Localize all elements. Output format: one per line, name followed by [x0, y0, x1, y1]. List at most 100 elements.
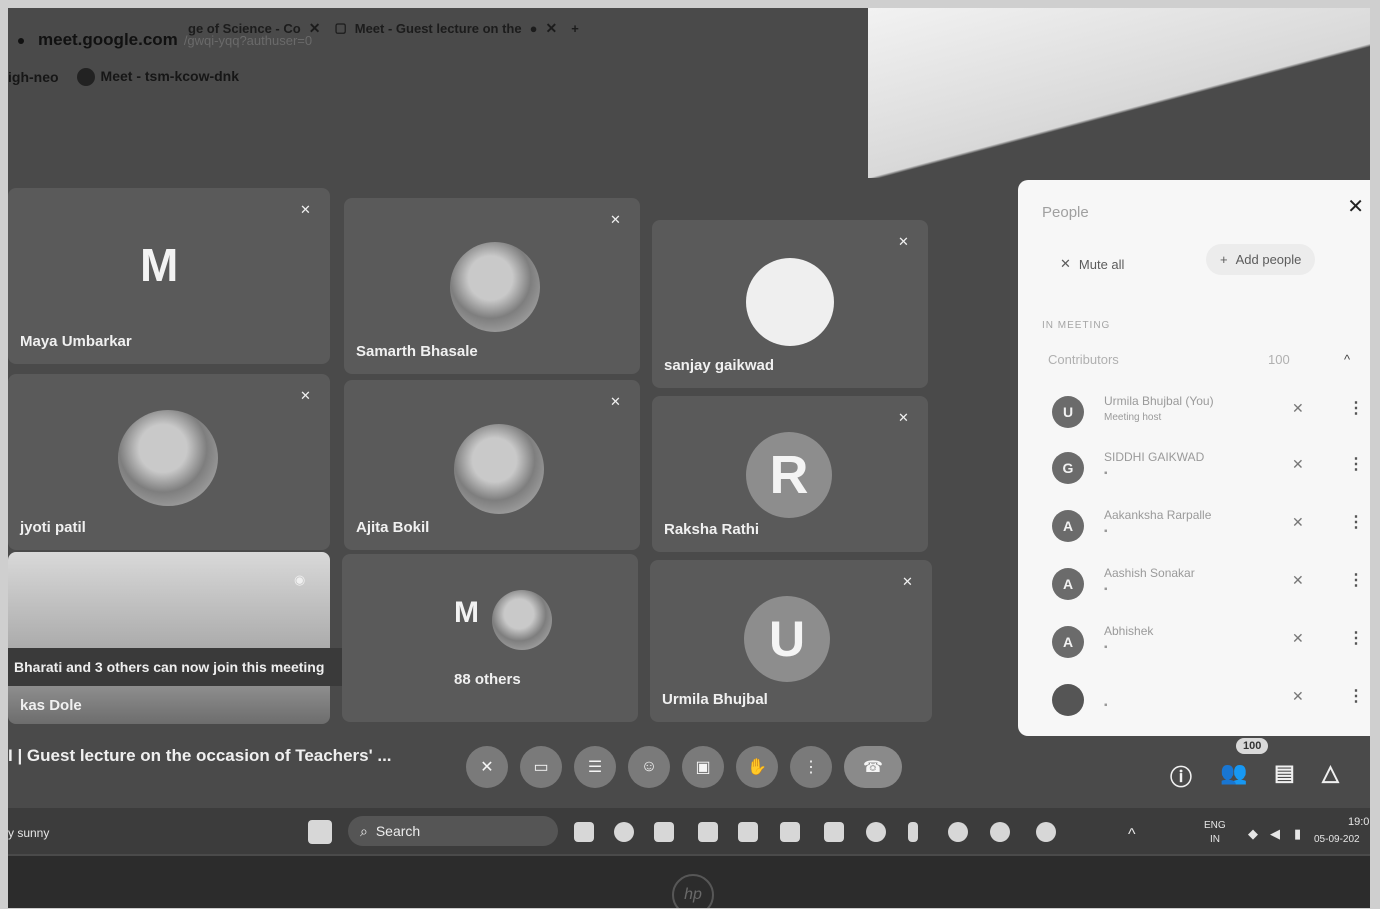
avatar: [746, 258, 834, 346]
close-icon[interactable]: ✕: [545, 20, 557, 37]
mic-off-icon: ✕: [902, 574, 913, 589]
region-indicator: IN: [1210, 834, 1220, 845]
participant-tile[interactable]: ✕ sanjay gaikwad: [652, 220, 928, 388]
mic-off-icon[interactable]: ✕: [1292, 514, 1304, 531]
app-icon[interactable]: [990, 822, 1010, 842]
more-options-button[interactable]: ⋮: [790, 746, 832, 788]
chat-icon[interactable]: ▤: [1274, 760, 1295, 786]
participant-name: Aashish Sonakar: [1104, 566, 1195, 580]
taskbar-search[interactable]: ⌕ Search: [348, 816, 558, 846]
mic-off-icon[interactable]: ✕: [1292, 572, 1304, 589]
activities-icon[interactable]: △: [1322, 760, 1339, 786]
mic-off-icon[interactable]: ✕: [1292, 688, 1304, 705]
tray-chevron-icon[interactable]: ^: [1128, 826, 1136, 844]
bookmark-item[interactable]: Meet - tsm-kcow-dnk: [76, 68, 239, 87]
participant-row[interactable]: G SIDDHI GAIKWAD ▪ ✕ ⋮: [1052, 448, 1364, 496]
participant-row[interactable]: A Aashish Sonakar ▪ ✕ ⋮: [1052, 564, 1364, 612]
mute-all-button[interactable]: ✕ Mute all: [1060, 256, 1124, 272]
amazon-icon[interactable]: [738, 822, 758, 842]
edge-icon[interactable]: [866, 822, 886, 842]
volume-icon[interactable]: ◀: [1270, 826, 1280, 842]
more-options-icon[interactable]: ⋮: [1348, 398, 1364, 418]
mic-off-icon[interactable]: ✕: [1292, 456, 1304, 473]
leave-call-button[interactable]: ☎: [844, 746, 902, 788]
audio-icon: ●: [529, 20, 538, 36]
browser-tab-active[interactable]: ▢ Meet - Guest lecture on the ● ✕: [334, 20, 557, 37]
participant-row[interactable]: ▪ ✕ ⋮: [1052, 680, 1364, 728]
participant-name: SIDDHI GAIKWAD: [1104, 450, 1205, 464]
present-button[interactable]: ▣: [682, 746, 724, 788]
address-bar[interactable]: meet.google.com/gwqi-yqq?authuser=0: [18, 30, 312, 50]
avatar-letter: M: [454, 596, 479, 629]
participant-row[interactable]: U Urmila Bhujbal (You) Meeting host ✕ ⋮: [1052, 392, 1364, 440]
participant-name: Ajita Bokil: [356, 519, 430, 536]
mic-off-icon: ✕: [610, 212, 621, 227]
mic-off-icon: ✕: [898, 234, 909, 249]
battery-icon[interactable]: ▮: [1294, 826, 1301, 842]
add-people-label: Add people: [1235, 252, 1302, 267]
avatar: [1052, 684, 1084, 716]
mic-off-icon[interactable]: ✕: [1292, 400, 1304, 417]
more-options-icon[interactable]: ⋮: [1348, 454, 1364, 474]
site-info-icon[interactable]: [18, 37, 24, 44]
mic-off-icon[interactable]: ✕: [1292, 630, 1304, 647]
store-icon[interactable]: [698, 822, 718, 842]
more-options-icon[interactable]: ⋮: [1348, 512, 1364, 532]
participant-name: Urmila Bhujbal (You): [1104, 394, 1214, 408]
raise-hand-button[interactable]: ✋: [736, 746, 778, 788]
participant-tile[interactable]: ✕ Samarth Bhasale: [344, 198, 640, 374]
captions-button[interactable]: ☰: [574, 746, 616, 788]
task-view-icon[interactable]: [574, 822, 594, 842]
participant-video-tile[interactable]: ◉ kas Dole: [8, 552, 330, 724]
info-icon[interactable]: ⓘ: [1170, 760, 1192, 792]
bookmark-item[interactable]: igh-neo: [8, 69, 59, 85]
close-icon[interactable]: ✕: [1347, 194, 1364, 219]
avatar: A: [1052, 568, 1084, 600]
join-notification: Bharati and 3 others can now join this m…: [8, 648, 370, 686]
others-tile[interactable]: M 88 others: [342, 554, 638, 722]
participant-tile[interactable]: ✕ Ajita Bokil: [344, 380, 640, 550]
contributors-header[interactable]: Contributors 100 ^: [1048, 352, 1358, 367]
hp-logo: hp: [672, 874, 714, 908]
chevron-up-icon[interactable]: ^: [1344, 352, 1350, 367]
file-explorer-icon[interactable]: [654, 822, 674, 842]
avatar-letter: M: [140, 239, 179, 291]
app-icon[interactable]: [824, 822, 844, 842]
new-tab-button[interactable]: +: [571, 21, 579, 36]
participant-role: ▪: [1104, 526, 1108, 537]
media-player-icon[interactable]: [948, 822, 968, 842]
language-indicator[interactable]: ENG: [1204, 820, 1226, 831]
more-options-icon[interactable]: ⋮: [1348, 628, 1364, 648]
participant-tile[interactable]: M ✕ Maya Umbarkar: [8, 188, 330, 364]
participant-tile[interactable]: U ✕ Urmila Bhujbal: [650, 560, 932, 722]
chrome-icon[interactable]: [1036, 822, 1056, 842]
avatar: [492, 590, 552, 650]
mic-off-button[interactable]: ✕: [466, 746, 508, 788]
camera-off-button[interactable]: ▭: [520, 746, 562, 788]
clock-time[interactable]: 19:0: [1348, 816, 1369, 828]
app-icon[interactable]: [908, 822, 918, 842]
more-options-icon[interactable]: ⋮: [1348, 686, 1364, 706]
start-icon[interactable]: [308, 820, 332, 844]
mute-all-label: Mute all: [1078, 256, 1125, 272]
url-host: meet.google.com: [38, 30, 178, 49]
contributors-count: 100: [1268, 352, 1290, 367]
app-icon[interactable]: [780, 822, 800, 842]
wifi-icon[interactable]: ◆: [1248, 826, 1258, 842]
avatar: G: [1052, 452, 1084, 484]
participant-tile[interactable]: R ✕ Raksha Rathi: [652, 396, 928, 552]
participant-name: Abhishek: [1104, 624, 1154, 638]
emoji-icon[interactable]: ☺: [628, 746, 670, 788]
meeting-title: I | Guest lecture on the occasion of Tea…: [8, 746, 392, 765]
mic-off-icon: ✕: [300, 202, 311, 217]
participant-tile[interactable]: ✕ jyoti patil: [8, 374, 330, 550]
participant-role: Meeting host: [1104, 412, 1162, 423]
participant-row[interactable]: A Aakanksha Rarpalle ▪ ✕ ⋮: [1052, 506, 1364, 554]
people-icon[interactable]: 👥: [1220, 760, 1247, 786]
participant-row[interactable]: A Abhishek ▪ ✕ ⋮: [1052, 622, 1364, 670]
add-person-icon: +: [1220, 252, 1228, 267]
chat-app-icon[interactable]: [614, 822, 634, 842]
add-people-button[interactable]: + Add people: [1206, 244, 1316, 275]
people-count-badge: 100: [1236, 738, 1269, 754]
more-options-icon[interactable]: ⋮: [1348, 570, 1364, 590]
